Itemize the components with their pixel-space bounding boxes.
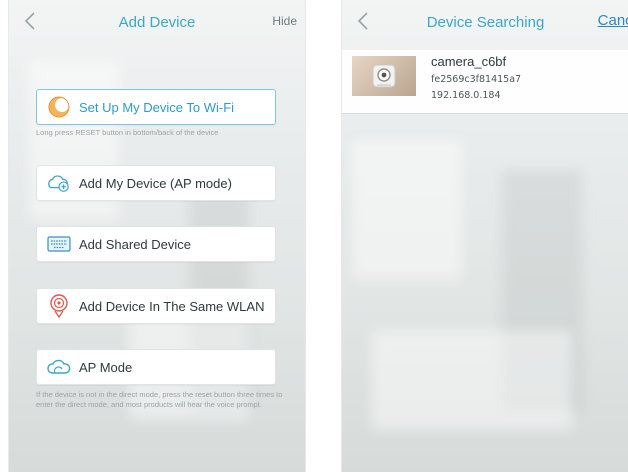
add-ap-device-label: Add My Device (AP mode) (79, 175, 232, 191)
hide-button[interactable]: Hide (272, 14, 297, 28)
page-title: Add Device (118, 13, 196, 31)
chevron-left-icon[interactable] (352, 9, 376, 33)
add-same-wlan-label: Add Device In The Same WLAN (79, 298, 265, 314)
ap-mode-hint: If the device is not in the direct mode,… (36, 390, 283, 409)
cloud-add-icon (47, 171, 71, 195)
device-searching-screen: Device Searching Cance camera_c6bf fe256… (341, 0, 628, 472)
page-title: Device Searching (426, 13, 545, 31)
cancel-button[interactable]: Cance (598, 12, 628, 29)
background-blur (352, 140, 462, 280)
list-item[interactable]: camera_c6bf fe2569c3f81415a7 192.168.0.1… (342, 50, 628, 114)
add-shared-device-button[interactable]: Add Shared Device (36, 226, 276, 262)
location-pin-icon (47, 294, 71, 318)
add-same-wlan-button[interactable]: Add Device In The Same WLAN (36, 288, 276, 324)
setup-wifi-hint: Long press RESET button in bottom/back o… (36, 128, 219, 137)
add-shared-device-label: Add Shared Device (79, 236, 192, 252)
setup-wifi-label: Set Up My Device To Wi-Fi (79, 99, 235, 115)
chevron-left-icon[interactable] (19, 9, 43, 33)
ap-mode-label: AP Mode (79, 359, 133, 375)
camera-thumbnail (352, 56, 416, 96)
nav-bar: Add Device Hide (9, 0, 305, 44)
device-name: camera_c6bf (431, 54, 507, 69)
device-ip: 192.168.0.184 (431, 90, 501, 101)
add-device-screen: Add Device Hide Set Up My Device To Wi-F… (8, 0, 306, 472)
keyboard-icon (47, 232, 71, 256)
device-id: fe2569c3f81415a7 (431, 74, 522, 85)
nav-bar: Device Searching Cance (342, 0, 628, 44)
wifi-setup-icon (47, 95, 71, 119)
cloud-icon (47, 355, 71, 379)
add-ap-device-button[interactable]: Add My Device (AP mode) (36, 165, 276, 201)
ap-mode-button[interactable]: AP Mode (36, 349, 276, 385)
background-blur (372, 330, 572, 430)
setup-wifi-button[interactable]: Set Up My Device To Wi-Fi (36, 89, 276, 125)
